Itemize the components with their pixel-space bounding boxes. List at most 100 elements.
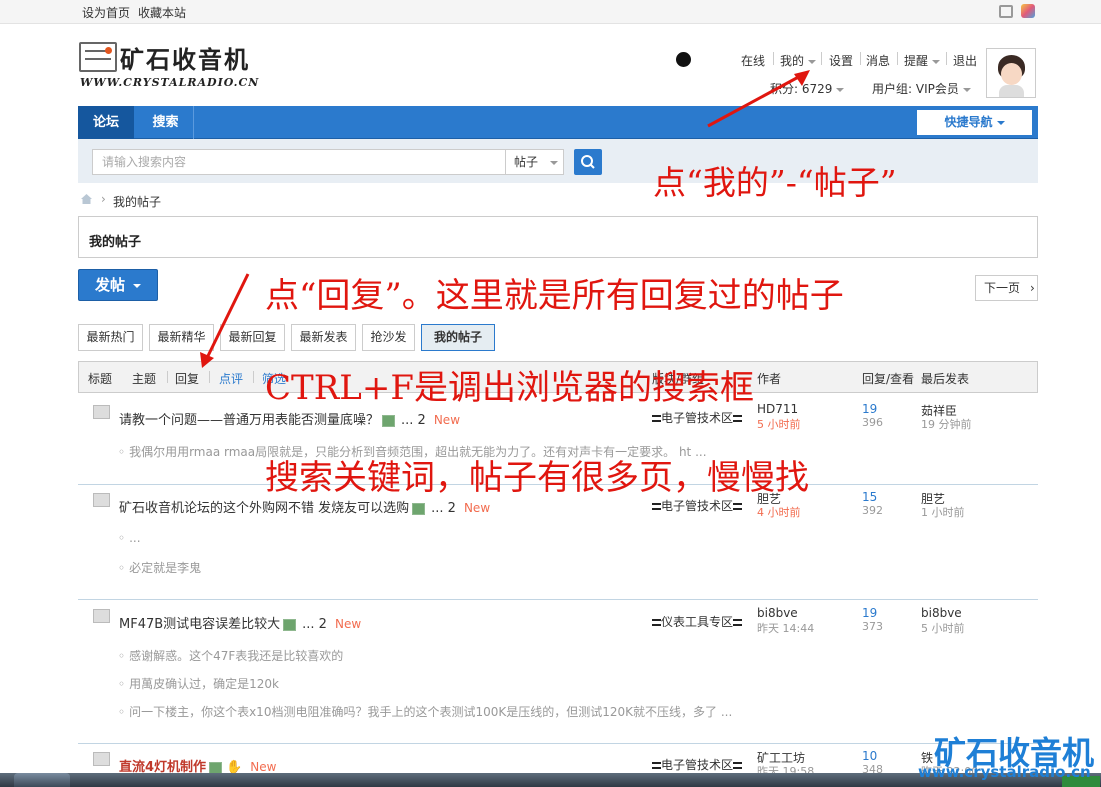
next-page-label: 下一页 (984, 281, 1021, 295)
reply-quote[interactable]: ◦ 感谢解惑。这个47F表我还是比较喜欢的 (118, 647, 343, 664)
last-poster[interactable]: bi8bve (921, 606, 962, 620)
logout-link[interactable]: 退出 (953, 52, 977, 69)
search-type-label: 帖子 (514, 155, 539, 169)
search-type-select[interactable]: 帖子 (506, 149, 564, 175)
forum-name[interactable]: 仪表工具专区 (661, 615, 733, 629)
filter-review[interactable]: 点评 (219, 370, 243, 387)
thread-author[interactable]: HD711 (757, 402, 798, 416)
reply-quote-text[interactable]: 必定就是李鬼 (129, 561, 201, 575)
chevron-down-icon (996, 120, 1005, 125)
tab-my-threads[interactable]: 我的帖子 (421, 324, 495, 351)
bullet-icon: ◦ (118, 677, 126, 691)
main-nav (78, 106, 1038, 139)
nav-search[interactable]: 搜索 (138, 106, 194, 139)
settings-link[interactable]: 设置 (829, 52, 853, 69)
chevron-down-icon (836, 87, 845, 92)
reply-count[interactable]: 19 (862, 402, 877, 416)
thread-subject[interactable]: MF47B测试电容误差比较大 (119, 617, 280, 632)
thread-forum[interactable]: 电子管技术区 (652, 756, 743, 773)
thread-pages[interactable]: ... 2 (401, 413, 426, 428)
divider (946, 52, 947, 65)
bookmark-link[interactable]: 收藏本站 (138, 4, 186, 21)
forum-name[interactable]: 电子管技术区 (661, 499, 733, 513)
logo-title[interactable]: 矿石收音机 (120, 40, 250, 75)
new-badge: New (433, 413, 461, 427)
view-count: 373 (862, 620, 883, 633)
thread-forum[interactable]: 仪表工具专区 (652, 613, 743, 630)
tab-sofa[interactable]: 抢沙发 (362, 324, 415, 351)
filter-reply[interactable]: 回复 (175, 370, 199, 387)
reply-count[interactable]: 15 (862, 490, 877, 504)
thread-date: 5 小时前 (757, 418, 801, 431)
last-post-time[interactable]: 5 小时前 (921, 620, 965, 636)
home-icon[interactable] (80, 193, 93, 205)
folder-icon (93, 493, 110, 507)
breadcrumb-separator: › (101, 192, 106, 206)
avatar[interactable] (986, 48, 1036, 98)
thread-pages[interactable]: ... 2 (431, 501, 456, 516)
reply-quote[interactable]: ◦ 问一下楼主，你这个表x10档测电阻准确吗？我手上的这个表测试100K是压线的，… (118, 703, 732, 720)
breadcrumb-current[interactable]: 我的帖子 (113, 193, 161, 210)
messages-link[interactable]: 消息 (866, 52, 890, 69)
thread-title[interactable]: 矿石收音机论坛的这个外购网不错 发烧友可以选购 ... 2 New (119, 497, 490, 516)
bullet-icon: ◦ (118, 649, 126, 663)
reply-quote[interactable]: ◦ 用萬皮确认过，确定是120k (118, 675, 279, 692)
thread-forum[interactable]: 电子管技术区 (652, 409, 743, 426)
annotation-text: 点“我的”-“帖子” (653, 163, 897, 202)
search-input[interactable]: 请输入搜索内容 (92, 149, 506, 175)
fullscreen-icon[interactable] (999, 5, 1013, 18)
thread-title[interactable]: MF47B测试电容误差比较大 ... 2 New (119, 613, 361, 632)
image-attachment-icon (283, 618, 297, 631)
qq-icon[interactable] (676, 52, 691, 67)
forum-name[interactable]: 电子管技术区 (661, 411, 733, 425)
search-button[interactable] (574, 149, 602, 175)
thread-subject[interactable]: 矿石收音机论坛的这个外购网不错 发烧友可以选购 (119, 501, 409, 516)
reply-quote-text[interactable]: 感谢解惑。这个47F表我还是比较喜欢的 (129, 649, 343, 663)
reply-quote[interactable]: ◦... (118, 531, 141, 545)
thread-pages[interactable]: ... 2 (302, 617, 327, 632)
search-icon (581, 155, 595, 169)
filter-topic[interactable]: 主题 (132, 370, 156, 387)
thread-forum[interactable]: 电子管技术区 (652, 497, 743, 514)
forum-icon (652, 415, 661, 422)
new-badge: New (334, 617, 362, 631)
header-title: 标题 (88, 372, 113, 386)
reply-quote-text[interactable]: 用萬皮确认过，确定是120k (129, 677, 279, 691)
image-attachment-icon (209, 761, 223, 774)
tab-hot[interactable]: 最新热门 (78, 324, 143, 351)
set-home-link[interactable]: 设为首页 (82, 4, 130, 21)
new-post-button[interactable]: 发帖 (78, 269, 158, 301)
divider (253, 371, 254, 383)
next-page-button[interactable]: 下一页 › (975, 275, 1038, 301)
thread-author[interactable]: bi8bve (757, 606, 798, 620)
tab-new-thread[interactable]: 最新发表 (291, 324, 356, 351)
forum-icon (733, 503, 743, 510)
thread-date: 4 小时前 (757, 506, 801, 519)
forum-icon (652, 619, 661, 626)
reminders-menu[interactable]: 提醒 (904, 52, 941, 69)
forum-name[interactable]: 电子管技术区 (661, 758, 733, 772)
usergroup-menu[interactable]: 用户组: VIP会员 (872, 80, 971, 97)
quick-nav-button[interactable]: 快捷导航 (917, 110, 1032, 135)
reply-quote-text[interactable]: ... (129, 531, 140, 545)
quick-nav-label: 快捷导航 (944, 115, 993, 129)
reply-count[interactable]: 10 (862, 749, 877, 763)
start-button[interactable] (14, 773, 70, 787)
last-post-time[interactable]: 1 小时前 (921, 504, 965, 520)
thread-title[interactable]: 请教一个问题——普通万用表能否测量底噪？ ... 2 New (119, 409, 460, 428)
thread-subject[interactable]: 请教一个问题——普通万用表能否测量底噪？ (119, 413, 379, 428)
annotation-text: 搜索关键词，帖子有很多页，慢慢找 (265, 458, 809, 498)
nav-forum[interactable]: 论坛 (78, 106, 134, 139)
reply-quote-text[interactable]: 问一下楼主，你这个表x10档测电阻准确吗？我手上的这个表测试100K是压线的，但… (129, 705, 732, 719)
row-divider (78, 743, 1038, 744)
last-post-time[interactable]: 19 分钟前 (921, 416, 972, 432)
divider (773, 52, 774, 65)
theme-icon[interactable] (1021, 4, 1035, 18)
chevron-right-icon: › (1030, 281, 1035, 295)
divider (209, 371, 210, 383)
reply-count[interactable]: 19 (862, 606, 877, 620)
image-attachment-icon (412, 502, 426, 515)
divider (167, 371, 168, 383)
folder-icon (93, 609, 110, 623)
reply-quote[interactable]: ◦ 必定就是李鬼 (118, 559, 201, 576)
